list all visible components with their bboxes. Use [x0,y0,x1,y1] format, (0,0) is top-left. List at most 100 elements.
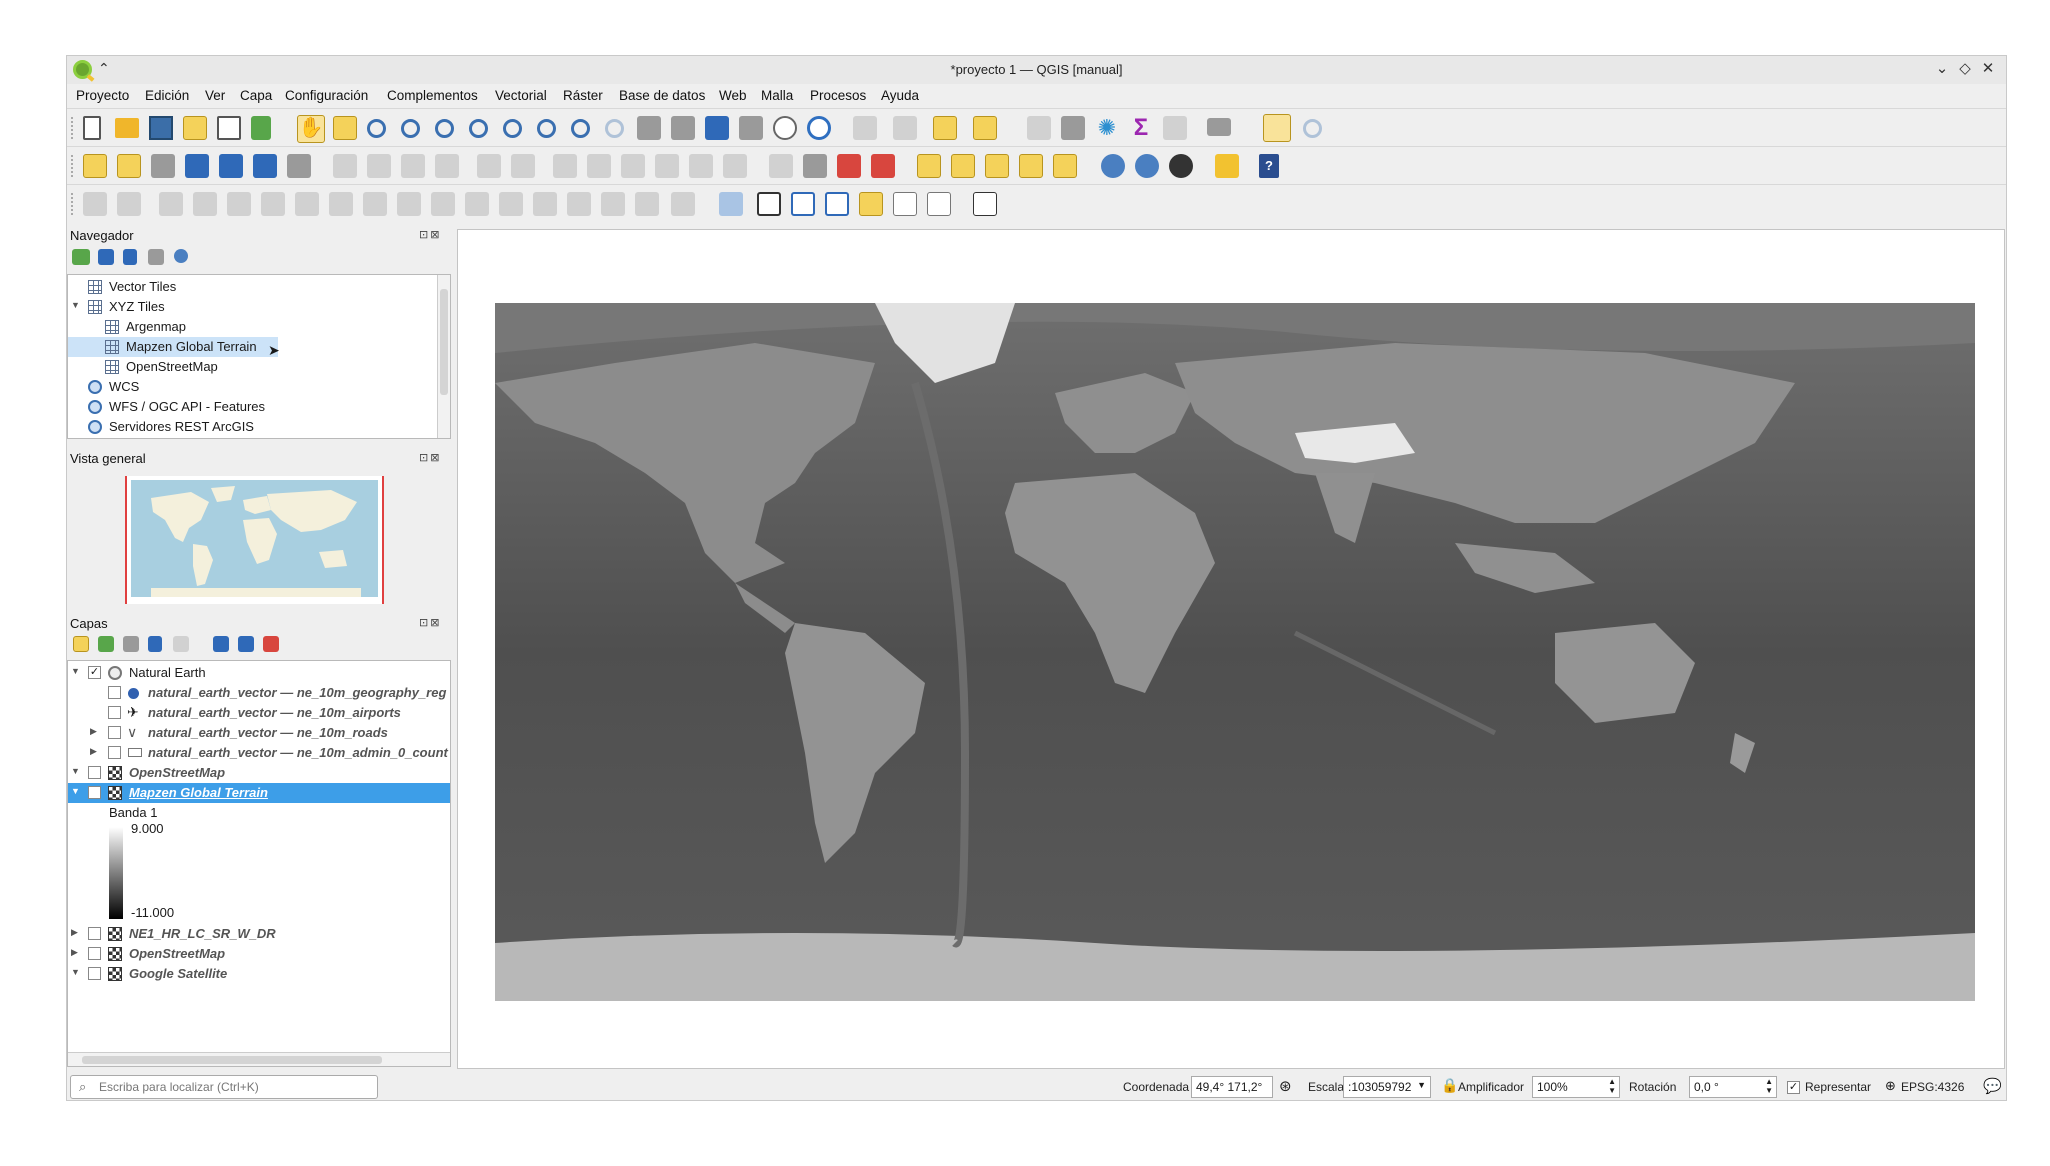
open-table-icon[interactable] [1163,116,1187,140]
layer-item[interactable]: ▼ Google Satellite [68,964,450,984]
new-mesh-layer-icon[interactable] [287,154,311,178]
offset-curve-icon[interactable] [329,192,353,216]
reshape-icon[interactable] [295,192,319,216]
trim-extend-icon[interactable] [397,192,421,216]
layer-checkbox[interactable]: ✓ [88,786,101,799]
rotation-field[interactable]: 0,0 ° ▲ ▼ [1689,1076,1777,1098]
temporal-controller-icon[interactable] [705,116,729,140]
scrollbar-handle[interactable] [82,1056,382,1064]
remove-layer-icon[interactable] [263,636,279,652]
cut-features-icon[interactable] [587,154,611,178]
zoom-to-layer-icon[interactable] [503,119,522,138]
modify-attributes-icon[interactable] [511,154,535,178]
create-text-icon[interactable] [893,192,917,216]
expand-arrow-icon[interactable]: ▶ [90,726,97,737]
manage-visibility-icon[interactable] [123,636,139,652]
expand-arrow-icon[interactable]: ▼ [71,967,80,977]
vertex-tool-icon[interactable] [477,154,501,178]
new-shapefile-icon[interactable] [151,154,175,178]
menu-ver[interactable]: Ver [205,88,225,103]
layer-checkbox[interactable] [88,947,101,960]
filter-legend-icon[interactable] [148,636,162,652]
layer-checkbox[interactable] [88,927,101,940]
messages-icon[interactable]: 💬 [1983,1077,2002,1095]
layer-checkbox[interactable] [88,967,101,980]
map-tips-icon[interactable] [1263,114,1291,142]
current-edits-icon[interactable] [367,154,391,178]
new-map-view-icon[interactable] [637,116,661,140]
new-3d-view-icon[interactable] [671,116,695,140]
new-spatialite-icon[interactable] [185,154,209,178]
select-by-value-icon[interactable] [893,116,917,140]
menu-proyecto[interactable]: Proyecto [76,88,129,103]
label-show-hide-icon[interactable] [917,154,941,178]
select-location-icon[interactable] [973,116,997,140]
pan-map-icon[interactable]: ✋ [297,115,325,143]
delete-selected-icon[interactable] [553,154,577,178]
merge-attributes-icon[interactable] [567,192,591,216]
expand-arrow-icon[interactable]: ▶ [71,947,78,958]
split-features-icon[interactable] [465,192,489,216]
text-annotation-icon[interactable] [973,192,997,216]
delete-ring-icon[interactable] [227,192,251,216]
map-canvas[interactable] [457,229,2005,1069]
magnifier-field[interactable]: 100% ▲ ▼ [1532,1076,1620,1098]
zoom-in-icon[interactable] [367,119,386,138]
python-console-icon[interactable] [1215,154,1239,178]
label-move-icon[interactable] [951,154,975,178]
browser-item[interactable]: Argenmap [68,317,434,337]
layer-group[interactable]: ▼ ✓ Natural Earth [68,663,450,683]
plugin-globe-icon[interactable] [1169,154,1193,178]
toolbar-grip[interactable] [71,117,75,139]
expand-arrow-icon[interactable]: ▼ [71,786,80,796]
refresh-icon[interactable] [807,116,831,140]
transform-icon[interactable] [671,192,695,216]
offset-point-icon[interactable] [635,192,659,216]
layer-checkbox[interactable] [108,686,121,699]
expand-arrow-icon[interactable]: ▶ [71,927,78,938]
layer-item[interactable]: ▶ OpenStreetMap [68,944,450,964]
browser-scrollbar[interactable] [437,275,450,438]
split-parts-icon[interactable] [499,192,523,216]
toggle-extents-icon[interactable]: ⊛ [1279,1077,1292,1095]
add-part-icon[interactable] [159,192,183,216]
layer-item[interactable]: ▼ OpenStreetMap [68,763,450,783]
help-icon[interactable]: ? [1259,154,1279,178]
layers-panel-buttons[interactable]: ⊡⊠ [419,616,441,629]
expand-all-icon[interactable] [213,636,229,652]
create-marker-icon[interactable] [859,192,883,216]
render-checkbox[interactable]: ✓ [1787,1081,1800,1094]
collapse-all-layers-icon[interactable] [238,636,254,652]
zoom-next-icon[interactable] [605,119,624,138]
add-group-icon[interactable] [98,636,114,652]
open-styling-icon[interactable] [73,636,89,652]
layers-horizontal-scrollbar[interactable] [68,1052,450,1066]
layer-checkbox[interactable] [108,706,121,719]
layer-checkbox[interactable] [88,766,101,779]
chevron-down-icon[interactable]: ▼ [1417,1080,1426,1090]
save-edits-icon[interactable] [401,154,425,178]
browser-item[interactable]: WFS / OGC API - Features [68,397,434,417]
identify-icon[interactable] [1027,116,1051,140]
overview-panel-buttons[interactable]: ⊡⊠ [419,451,441,464]
locator-search-icon[interactable] [1303,119,1322,138]
layer-checkbox[interactable] [108,726,121,739]
zoom-native-icon[interactable] [537,119,556,138]
label-highlight-icon[interactable] [837,154,861,178]
crs-button[interactable]: EPSG:4326 [1901,1080,1964,1094]
menu-base-de-datos[interactable]: Base de datos [619,88,705,103]
paste-features-icon[interactable] [655,154,679,178]
menu-ayuda[interactable]: Ayuda [881,88,919,103]
zoom-to-selection-icon[interactable] [469,119,488,138]
web-services-icon[interactable] [1135,154,1159,178]
reverse-line-icon[interactable] [363,192,387,216]
delete-part-icon[interactable] [261,192,285,216]
label-change-icon[interactable] [1053,154,1077,178]
browser-item[interactable]: ▼ XYZ Tiles [68,297,434,317]
spinbox-arrows-icon[interactable]: ▲ ▼ [1765,1077,1773,1095]
browser-panel-buttons[interactable]: ⊡⊠ [419,228,441,241]
merge-features-icon[interactable] [533,192,557,216]
statistics-icon[interactable]: Σ [1129,116,1153,140]
new-virtual-layer-icon[interactable] [219,154,243,178]
select-annotation-icon[interactable] [757,192,781,216]
